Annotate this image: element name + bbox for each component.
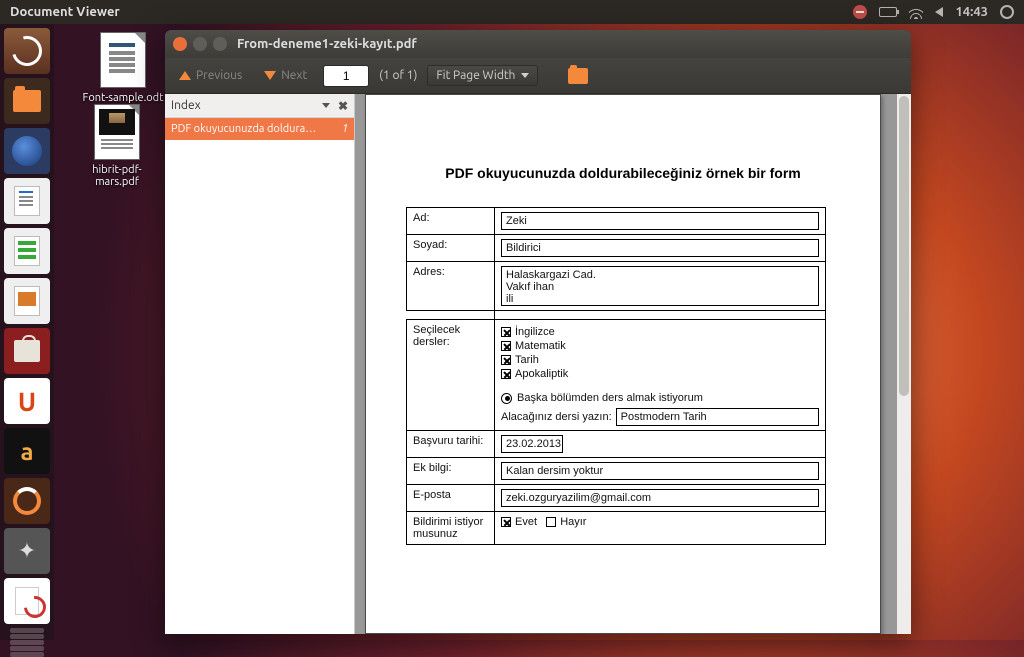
checkbox-label: Hayır <box>560 516 586 528</box>
index-sidebar: Index ✖ PDF okuyucunuzda doldura… 1 <box>165 94 355 634</box>
wifi-icon[interactable] <box>909 5 923 19</box>
desktop-file-hibrit-pdf[interactable]: hibrit-pdf-mars.pdf <box>72 104 162 188</box>
checkbox-ingilizce[interactable] <box>501 327 511 337</box>
field-ek[interactable]: Kalan dersim yoktur <box>501 462 819 480</box>
document-viewer-window: From-deneme1-zeki-kayıt.pdf Previous Nex… <box>165 30 911 634</box>
next-button[interactable]: Next <box>258 66 313 85</box>
label-yazilan-ders: Alacağınız dersi yazın: <box>501 411 612 423</box>
label-soyad: Soyad: <box>407 235 495 262</box>
evince-launcher[interactable] <box>4 578 50 624</box>
document-viewport[interactable]: PDF okuyucunuzda doldurabileceğiniz örne… <box>355 94 911 634</box>
sidebar-title: Index <box>171 99 201 112</box>
field-soyad[interactable]: Bildirici <box>501 239 819 257</box>
label-basvuru: Başvuru tarihi: <box>407 431 495 458</box>
checkbox-hayir[interactable] <box>546 517 556 527</box>
index-item-label: PDF okuyucunuzda doldura… <box>171 123 336 135</box>
open-file-button[interactable] <box>568 68 588 84</box>
radio-baska-bolum[interactable] <box>501 393 512 404</box>
checkbox-tarih[interactable] <box>501 355 511 365</box>
window-close-button[interactable] <box>173 37 187 51</box>
field-yazilan-ders[interactable]: Postmodern Tarih <box>616 408 819 426</box>
checkbox-evet[interactable] <box>501 517 511 527</box>
sidebar-type-dropdown[interactable] <box>322 103 330 108</box>
clock[interactable]: 14:43 <box>955 5 988 19</box>
software-center-launcher[interactable] <box>4 328 50 374</box>
scrollbar-thumb[interactable] <box>899 96 909 396</box>
battery-icon[interactable] <box>879 7 897 17</box>
files-launcher[interactable] <box>4 78 50 124</box>
form-heading: PDF okuyucunuzda doldurabileceğiniz örne… <box>386 165 860 181</box>
window-maximize-button[interactable] <box>213 37 227 51</box>
checkbox-label: Matematik <box>515 340 566 352</box>
field-eposta[interactable]: zeki.ozguryazilim@gmail.com <box>501 489 819 507</box>
checkbox-label: Evet <box>515 516 537 528</box>
label-adres: Adres: <box>407 262 495 311</box>
window-titlebar[interactable]: From-deneme1-zeki-kayıt.pdf <box>165 30 911 58</box>
checkbox-apokaliptik[interactable] <box>501 369 511 379</box>
system-settings-launcher[interactable]: ✦ <box>4 528 50 574</box>
top-menu-bar: Document Viewer 14:43 <box>0 0 1024 24</box>
label-bildirimi: Bildirimi istiyor musunuz <box>407 512 495 545</box>
checkbox-label: Apokaliptik <box>515 368 568 380</box>
checkbox-label: İngilizce <box>515 326 555 338</box>
window-title: From-deneme1-zeki-kayıt.pdf <box>237 37 417 51</box>
label-eposta: E-posta <box>407 485 495 512</box>
index-item-page: 1 <box>336 123 348 135</box>
checkbox-matematik[interactable] <box>501 341 511 351</box>
ubuntu-one-launcher[interactable]: U <box>4 378 50 424</box>
page-number-input[interactable] <box>323 65 369 87</box>
field-ad[interactable]: Zeki <box>501 212 819 230</box>
unity-launcher: U a ✦ <box>0 24 54 640</box>
active-app-title: Document Viewer <box>0 5 853 19</box>
vertical-scrollbar[interactable] <box>897 94 911 634</box>
field-adres[interactable]: Halaskargazi Cad. Vakıf ihan ili <box>501 266 819 306</box>
label-dersler: Seçilecek dersler: <box>407 320 495 431</box>
system-gear-icon[interactable] <box>1000 5 1014 19</box>
sidebar-header: Index ✖ <box>165 94 354 118</box>
checkbox-group-dersler: İngilizce Matematik Tarih Apokaliptik <box>501 326 819 380</box>
desktop-file-label: Font-sample.odt <box>78 92 168 104</box>
form-table: Ad: Zeki Soyad: Bildirici Adres: Halaska… <box>406 207 826 545</box>
field-tarih[interactable]: 23.02.2013 <box>501 435 563 453</box>
amazon-launcher[interactable]: a <box>4 428 50 474</box>
calc-launcher[interactable] <box>4 228 50 274</box>
pdf-page: PDF okuyucunuzda doldurabileceğiniz örne… <box>365 94 881 634</box>
update-manager-launcher[interactable] <box>4 478 50 524</box>
dropdown-icon <box>521 73 529 78</box>
workspace-switcher[interactable] <box>4 628 50 657</box>
toolbar: Previous Next (1 of 1) Fit Page Width <box>165 58 911 94</box>
label-ad: Ad: <box>407 208 495 235</box>
radio-label: Başka bölümden ders almak istiyorum <box>517 392 703 404</box>
arrow-down-icon <box>264 71 276 80</box>
zoom-selector[interactable]: Fit Page Width <box>427 65 538 86</box>
dash-home-button[interactable] <box>4 28 50 74</box>
zoom-label: Fit Page Width <box>436 69 515 82</box>
label-ek: Ek bilgi: <box>407 458 495 485</box>
writer-launcher[interactable] <box>4 178 50 224</box>
impress-launcher[interactable] <box>4 278 50 324</box>
next-label: Next <box>281 69 307 82</box>
previous-button[interactable]: Previous <box>173 66 248 85</box>
previous-label: Previous <box>196 69 242 82</box>
checkbox-label: Tarih <box>515 354 539 366</box>
index-item[interactable]: PDF okuyucunuzda doldura… 1 <box>165 118 354 140</box>
arrow-up-icon <box>179 71 191 80</box>
window-minimize-button[interactable] <box>193 37 207 51</box>
sidebar-close-button[interactable]: ✖ <box>338 99 348 113</box>
page-of-label: (1 of 1) <box>379 69 417 82</box>
notification-icon[interactable] <box>853 5 867 19</box>
firefox-launcher[interactable] <box>4 128 50 174</box>
volume-icon[interactable] <box>935 7 943 17</box>
desktop-file-font-sample[interactable]: Font-sample.odt <box>78 32 168 104</box>
desktop-file-label: hibrit-pdf-mars.pdf <box>72 164 162 188</box>
